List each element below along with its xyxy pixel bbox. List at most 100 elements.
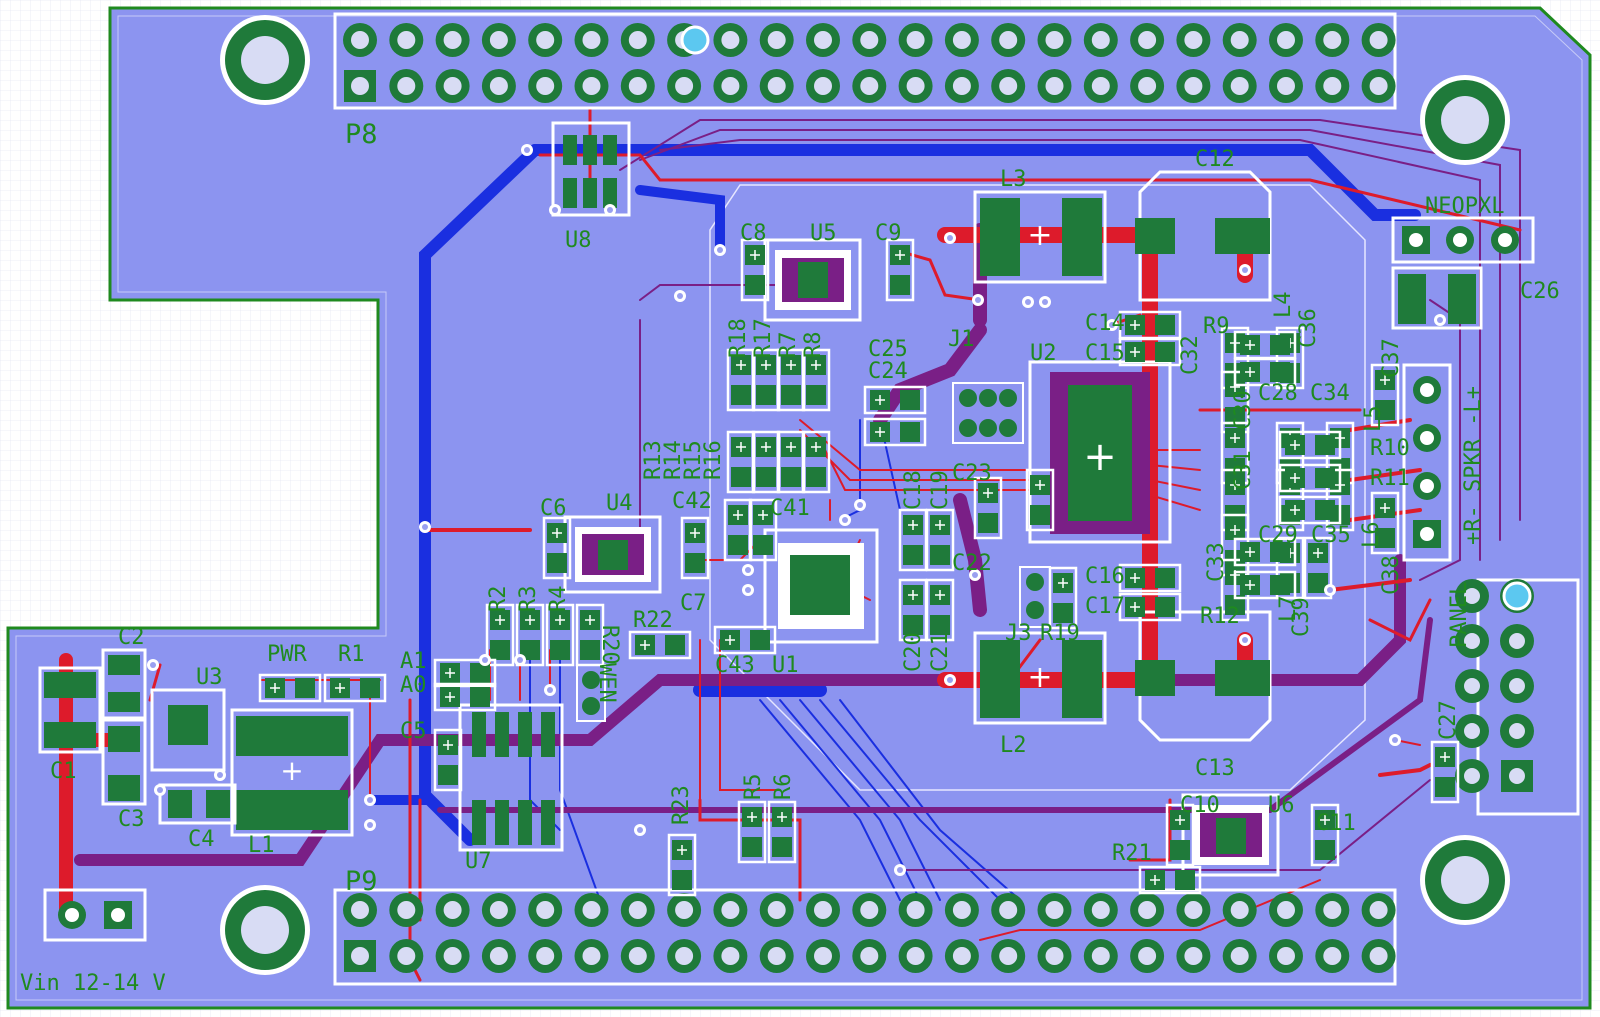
component-label: R1 — [338, 642, 365, 667]
header-pin-icon — [435, 893, 470, 927]
component-label: C21 — [928, 632, 953, 672]
component-label: L1 — [248, 833, 275, 858]
component-label: R5 — [741, 774, 766, 801]
header-pin-icon — [713, 939, 748, 973]
header-pin-icon — [574, 69, 609, 103]
component-label: C2 — [118, 625, 145, 650]
header-pin-icon — [1500, 669, 1534, 703]
component-label: L2 — [1000, 733, 1027, 758]
header-pin-icon — [991, 893, 1026, 927]
component-label: R19 — [1040, 621, 1080, 646]
component-label: C41 — [770, 496, 810, 521]
component-label: U2 — [1030, 341, 1057, 366]
header-pin-icon — [389, 893, 424, 927]
component-label: C14 — [1085, 311, 1125, 336]
header-pin-icon — [1222, 893, 1257, 927]
component-label: R12 — [1200, 604, 1240, 629]
via-icon — [1239, 264, 1251, 276]
component-label: C6 — [540, 496, 567, 521]
label-panel: PANEL — [1447, 582, 1472, 648]
component-label: C35 — [1311, 523, 1351, 548]
header-pin-icon — [713, 69, 748, 103]
via-icon — [944, 674, 956, 686]
header-pin-icon — [944, 69, 979, 103]
pin1-marker-panel — [1502, 581, 1532, 611]
component-label: R20 — [597, 625, 622, 665]
component-label: R8 — [801, 332, 826, 359]
header-pin-icon — [1500, 624, 1534, 658]
component-label: C3 — [118, 807, 145, 832]
component-label: C8 — [740, 221, 767, 246]
header-pin-icon — [1037, 939, 1072, 973]
component-label: R3 — [516, 586, 541, 613]
component-label: R11 — [1370, 466, 1410, 491]
header-pin-icon — [435, 939, 470, 973]
svg-text:+: + — [280, 754, 303, 787]
header-pin-icon — [1269, 23, 1303, 57]
header-pin-icon — [1269, 893, 1303, 927]
header-pin-icon — [1269, 939, 1303, 973]
svg-text:+: + — [1083, 434, 1117, 480]
component-label: C34 — [1310, 381, 1350, 406]
component-label: R23 — [669, 785, 694, 825]
header-pin-icon — [620, 69, 655, 103]
header-pin-icon — [574, 893, 609, 927]
via-icon — [147, 659, 159, 671]
header-pin-icon — [1315, 939, 1350, 973]
header-pin-icon — [1176, 893, 1211, 927]
header-pin-icon — [898, 893, 933, 927]
component-label: L7 — [1276, 596, 1301, 623]
via-icon — [549, 204, 561, 216]
component-label: WEN — [594, 663, 619, 703]
header-pin-icon — [713, 23, 748, 57]
header-pin-icon — [1315, 23, 1350, 57]
header-pin-icon — [435, 69, 470, 103]
component-label: A1 — [400, 649, 427, 674]
header-pin-icon — [667, 893, 702, 927]
header-pin-icon — [1130, 893, 1165, 927]
header-pin-icon — [991, 939, 1026, 973]
via-icon — [972, 294, 984, 306]
via-icon — [1039, 296, 1051, 308]
component-label: C36 — [1296, 308, 1321, 348]
component-label: L6 — [1359, 522, 1384, 549]
header-pin-icon — [944, 893, 979, 927]
component-label: C37 — [1379, 338, 1404, 378]
header-pin-icon — [1315, 69, 1350, 103]
component-label: R22 — [633, 608, 673, 633]
component-label: C32 — [1178, 335, 1203, 375]
header-pin-icon — [1176, 69, 1211, 103]
header-pin-icon — [1455, 669, 1489, 703]
label-p9: P9 — [345, 866, 378, 897]
header-pin-icon — [713, 893, 748, 927]
component-label: L5 — [1361, 406, 1386, 433]
component-label: C18 — [901, 470, 926, 510]
component-label: C4 — [188, 827, 215, 852]
header-pin-icon — [389, 69, 424, 103]
header-pin-icon — [806, 69, 840, 103]
label-p8: P8 — [345, 119, 378, 150]
via-icon — [1324, 584, 1336, 596]
component-label: C42 — [672, 489, 712, 514]
chip-u2: + — [1028, 360, 1172, 544]
via-icon — [944, 232, 956, 244]
via-icon — [419, 521, 431, 533]
header-pin-icon — [1130, 69, 1165, 103]
header-pin-icon — [1361, 23, 1396, 57]
header-pin-icon — [991, 69, 1026, 103]
via-icon — [604, 204, 616, 216]
component-label: A0 — [400, 673, 427, 698]
header-pin-icon — [1315, 893, 1350, 927]
via-icon — [894, 864, 906, 876]
header-pin-icon — [481, 69, 516, 103]
component-label: C5 — [400, 719, 427, 744]
header-pin-icon — [898, 69, 933, 103]
mounting-hole-icon — [220, 15, 310, 105]
header-pin-icon — [852, 69, 887, 103]
component-label: PWR — [267, 642, 307, 667]
header-pin-icon — [759, 939, 794, 973]
component-label: U6 — [1268, 793, 1295, 818]
component-label: U5 — [810, 221, 837, 246]
label-speaker: +R- SPKR -L+ — [1461, 386, 1486, 545]
component-label: C17 — [1085, 594, 1125, 619]
